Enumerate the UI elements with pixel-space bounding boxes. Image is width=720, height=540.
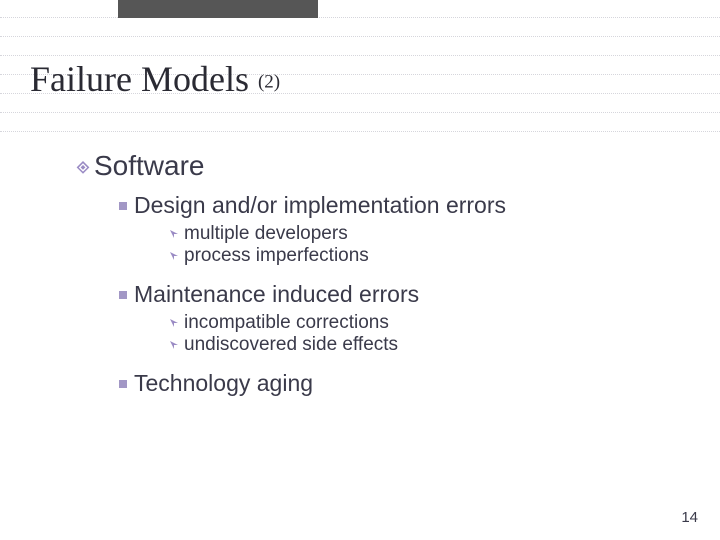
lvl2-text: Technology aging — [134, 370, 313, 397]
pointer-icon — [164, 229, 184, 239]
lvl1-text: Software — [94, 150, 205, 182]
page-number: 14 — [681, 509, 698, 526]
lvl2-text: Maintenance induced errors — [134, 281, 419, 308]
square-icon — [112, 294, 134, 302]
pointer-icon — [164, 340, 184, 350]
list-item: Technology aging — [112, 370, 672, 397]
list-item: multiple developers — [164, 223, 672, 245]
lvl2-text: Design and/or implementation errors — [134, 192, 506, 219]
square-icon — [112, 205, 134, 213]
top-shadow-decoration — [118, 0, 318, 18]
list-item: incompatible corrections — [164, 312, 672, 334]
lvl3-text: incompatible corrections — [184, 312, 389, 334]
list-item: Design and/or implementation errors — [112, 192, 672, 219]
square-icon — [112, 383, 134, 391]
list-item: Software — [72, 150, 672, 182]
lvl3-text: undiscovered side effects — [184, 334, 398, 356]
lvl3-text: process imperfections — [184, 245, 369, 267]
list-item: process imperfections — [164, 245, 672, 267]
slide-title: Failure Models (2) — [30, 58, 280, 100]
lvl3-text: multiple developers — [184, 223, 348, 245]
title-main: Failure Models — [30, 59, 258, 99]
pointer-icon — [164, 318, 184, 328]
slide-body: Software Design and/or implementation er… — [72, 150, 672, 401]
pointer-icon — [164, 251, 184, 261]
list-item: undiscovered side effects — [164, 334, 672, 356]
title-sub: (2) — [258, 72, 280, 93]
diamond-icon — [72, 161, 94, 175]
list-item: Maintenance induced errors — [112, 281, 672, 308]
